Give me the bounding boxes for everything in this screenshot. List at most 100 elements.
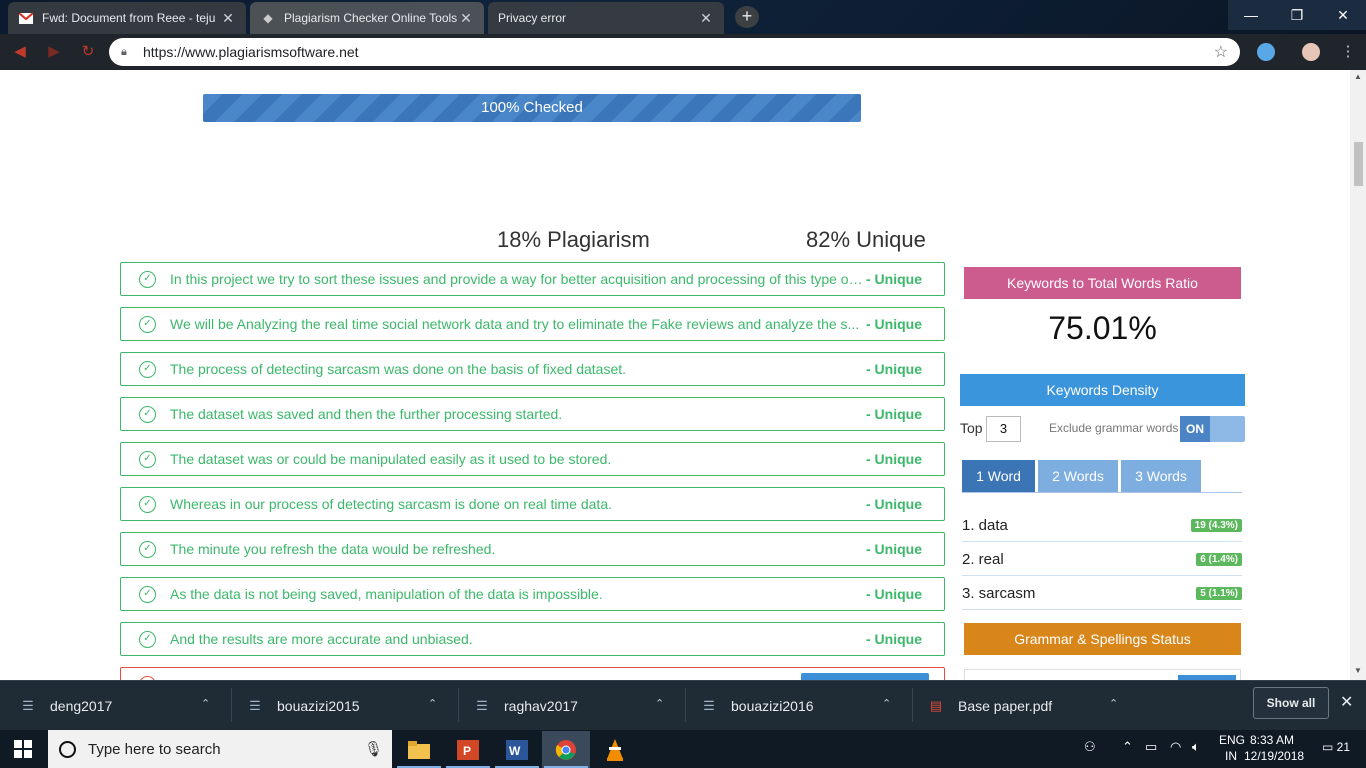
taskbar-search-box[interactable]: Type here to search 🎙︎: [48, 730, 392, 768]
vlc-icon[interactable]: [591, 731, 639, 768]
keyword-density-header: Keywords Density: [960, 374, 1245, 406]
file-explorer-icon[interactable]: [395, 731, 443, 768]
download-item[interactable]: ▤ Base paper.pdf ⌃: [928, 681, 1133, 731]
scroll-up-icon[interactable]: ▲: [1353, 72, 1363, 81]
battery-icon[interactable]: ▭: [1145, 739, 1157, 755]
tab-1-word[interactable]: 1 Word: [962, 460, 1035, 492]
download-filename: Base paper.pdf: [958, 698, 1053, 714]
sentence-status: - Unique: [866, 631, 922, 647]
word-icon[interactable]: W: [493, 731, 541, 768]
sentence-text: Whereas in our process of detecting sarc…: [170, 496, 612, 512]
back-arrow-icon[interactable]: ◀: [10, 42, 30, 62]
chevron-up-icon[interactable]: ⌃: [655, 697, 664, 710]
compare-button[interactable]: [801, 673, 929, 680]
sentence-row[interactable]: ✓ The dataset was or could be manipulate…: [120, 442, 945, 476]
sentence-row[interactable]: ✓ The process of detecting sarcasm was d…: [120, 352, 945, 386]
download-divider: [685, 688, 686, 722]
download-divider: [458, 688, 459, 722]
extension-icon[interactable]: [1257, 43, 1275, 61]
menu-dots-icon[interactable]: ⋮: [1338, 42, 1358, 62]
check-circle-icon: ✓: [139, 540, 156, 558]
download-item[interactable]: ☰ bouazizi2016 ⌃: [701, 681, 906, 731]
grammar-status-panel: [964, 669, 1241, 680]
chevron-up-icon[interactable]: ⌃: [1109, 697, 1118, 710]
keyword-ratio-value: 75.01%: [1048, 310, 1157, 346]
keyword-ratio-header: Keywords to Total Words Ratio: [964, 267, 1241, 299]
keyword-label: 2. real: [962, 551, 1004, 568]
close-window-button[interactable]: ✕: [1320, 0, 1366, 30]
notifications-icon[interactable]: ▭ 21: [1322, 740, 1350, 754]
exclude-grammar-label: Exclude grammar words: [1049, 421, 1179, 435]
sentence-status: - Unique: [866, 406, 922, 422]
wifi-icon[interactable]: ◠: [1170, 739, 1181, 755]
close-downloads-icon[interactable]: ✕: [1340, 692, 1353, 712]
bookmark-star-icon[interactable]: ☆: [1214, 42, 1228, 62]
url-text: https://www.plagiarismsoftware.net: [143, 44, 359, 60]
scroll-down-icon[interactable]: ▼: [1353, 666, 1363, 675]
check-circle-icon: ✓: [139, 360, 156, 378]
show-all-button[interactable]: Show all: [1253, 687, 1329, 719]
close-tab-icon[interactable]: ✕: [458, 10, 474, 27]
chevron-up-icon[interactable]: ⌃: [428, 697, 437, 710]
top-label: Top: [960, 420, 983, 436]
sentence-row[interactable]: ✓ We will be Analyzing the real time soc…: [120, 307, 945, 341]
download-item[interactable]: ☰ deng2017 ⌃: [20, 681, 225, 731]
address-bar[interactable]: 🔒︎ https://www.plagiarismsoftware.net ☆: [109, 38, 1240, 66]
notification-count: 21: [1336, 740, 1351, 754]
lock-icon: 🔒︎: [121, 45, 127, 58]
plagiarized-sentence-row[interactable]: [120, 667, 945, 680]
download-item[interactable]: ☰ bouazizi2015 ⌃: [247, 681, 452, 731]
check-circle-icon: ✓: [139, 585, 156, 603]
sentence-row[interactable]: ✓ The minute you refresh the data would …: [120, 532, 945, 566]
close-tab-icon[interactable]: ✕: [220, 10, 236, 27]
chevron-up-icon[interactable]: ⌃: [1122, 739, 1133, 755]
reload-icon[interactable]: ↻: [78, 42, 98, 62]
new-tab-button[interactable]: +: [735, 6, 759, 28]
keyword-label: 1. data: [962, 517, 1008, 534]
tab-divider: [962, 492, 1242, 493]
profile-avatar[interactable]: [1302, 43, 1320, 61]
tab-3-words[interactable]: 3 Words: [1121, 460, 1201, 492]
sentence-row[interactable]: ✓ In this project we try to sort these i…: [120, 262, 945, 296]
sentence-text: The dataset was saved and then the furth…: [170, 406, 563, 422]
volume-icon[interactable]: 🔈︎: [1192, 739, 1200, 755]
exclude-grammar-toggle[interactable]: ON: [1180, 416, 1245, 442]
chrome-icon[interactable]: [542, 731, 590, 768]
top-count-input[interactable]: 3: [986, 416, 1021, 442]
microphone-icon[interactable]: 🎙︎: [364, 740, 383, 758]
sentence-row[interactable]: ✓ As the data is not being saved, manipu…: [120, 577, 945, 611]
scrollbar-thumb[interactable]: [1354, 142, 1363, 186]
system-clock[interactable]: 8:33 AM 12/19/2018: [1244, 732, 1304, 764]
sentence-text: In this project we try to sort these iss…: [170, 271, 864, 287]
download-item[interactable]: ☰ raghav2017 ⌃: [474, 681, 679, 731]
page-scrollbar[interactable]: ▲ ▼: [1350, 70, 1366, 680]
sentence-status: - Unique: [866, 271, 922, 287]
close-tab-icon[interactable]: ✕: [698, 10, 714, 27]
keyword-row: 3. sarcasm 5 (1.1%): [962, 576, 1242, 610]
download-filename: deng2017: [50, 698, 113, 714]
sentence-row[interactable]: ✓ The dataset was saved and then the fur…: [120, 397, 945, 431]
check-circle-icon: ✓: [139, 270, 156, 288]
language-indicator[interactable]: ENG IN: [1219, 732, 1245, 764]
sentence-status: - Unique: [866, 496, 922, 512]
download-filename: raghav2017: [504, 698, 578, 714]
tab-2-words[interactable]: 2 Words: [1038, 460, 1118, 492]
tab-plagiarism-checker[interactable]: ◆ Plagiarism Checker Online Tools ✕: [250, 2, 484, 34]
sentence-row[interactable]: ✓ And the results are more accurate and …: [120, 622, 945, 656]
chevron-up-icon[interactable]: ⌃: [201, 697, 210, 710]
maximize-button[interactable]: ❐: [1274, 0, 1320, 30]
file-icon: ☰: [22, 698, 34, 713]
unique-percent: 82% Unique: [806, 227, 926, 252]
windows-start-icon[interactable]: [14, 740, 32, 758]
grammar-status-header: Grammar & Spellings Status: [964, 623, 1241, 655]
forward-arrow-icon[interactable]: ▶: [44, 42, 64, 62]
minimize-button[interactable]: —: [1228, 0, 1274, 30]
tab-gmail[interactable]: Fwd: Document from Reee - teju ✕: [8, 2, 246, 34]
people-icon[interactable]: ⚇: [1084, 739, 1096, 755]
download-filename: bouazizi2016: [731, 698, 814, 714]
tab-privacy-error[interactable]: Privacy error ✕: [488, 2, 724, 34]
chevron-up-icon[interactable]: ⌃: [882, 697, 891, 710]
powerpoint-icon[interactable]: P: [444, 731, 492, 768]
sentence-text: The minute you refresh the data would be…: [170, 541, 496, 557]
sentence-row[interactable]: ✓ Whereas in our process of detecting sa…: [120, 487, 945, 521]
